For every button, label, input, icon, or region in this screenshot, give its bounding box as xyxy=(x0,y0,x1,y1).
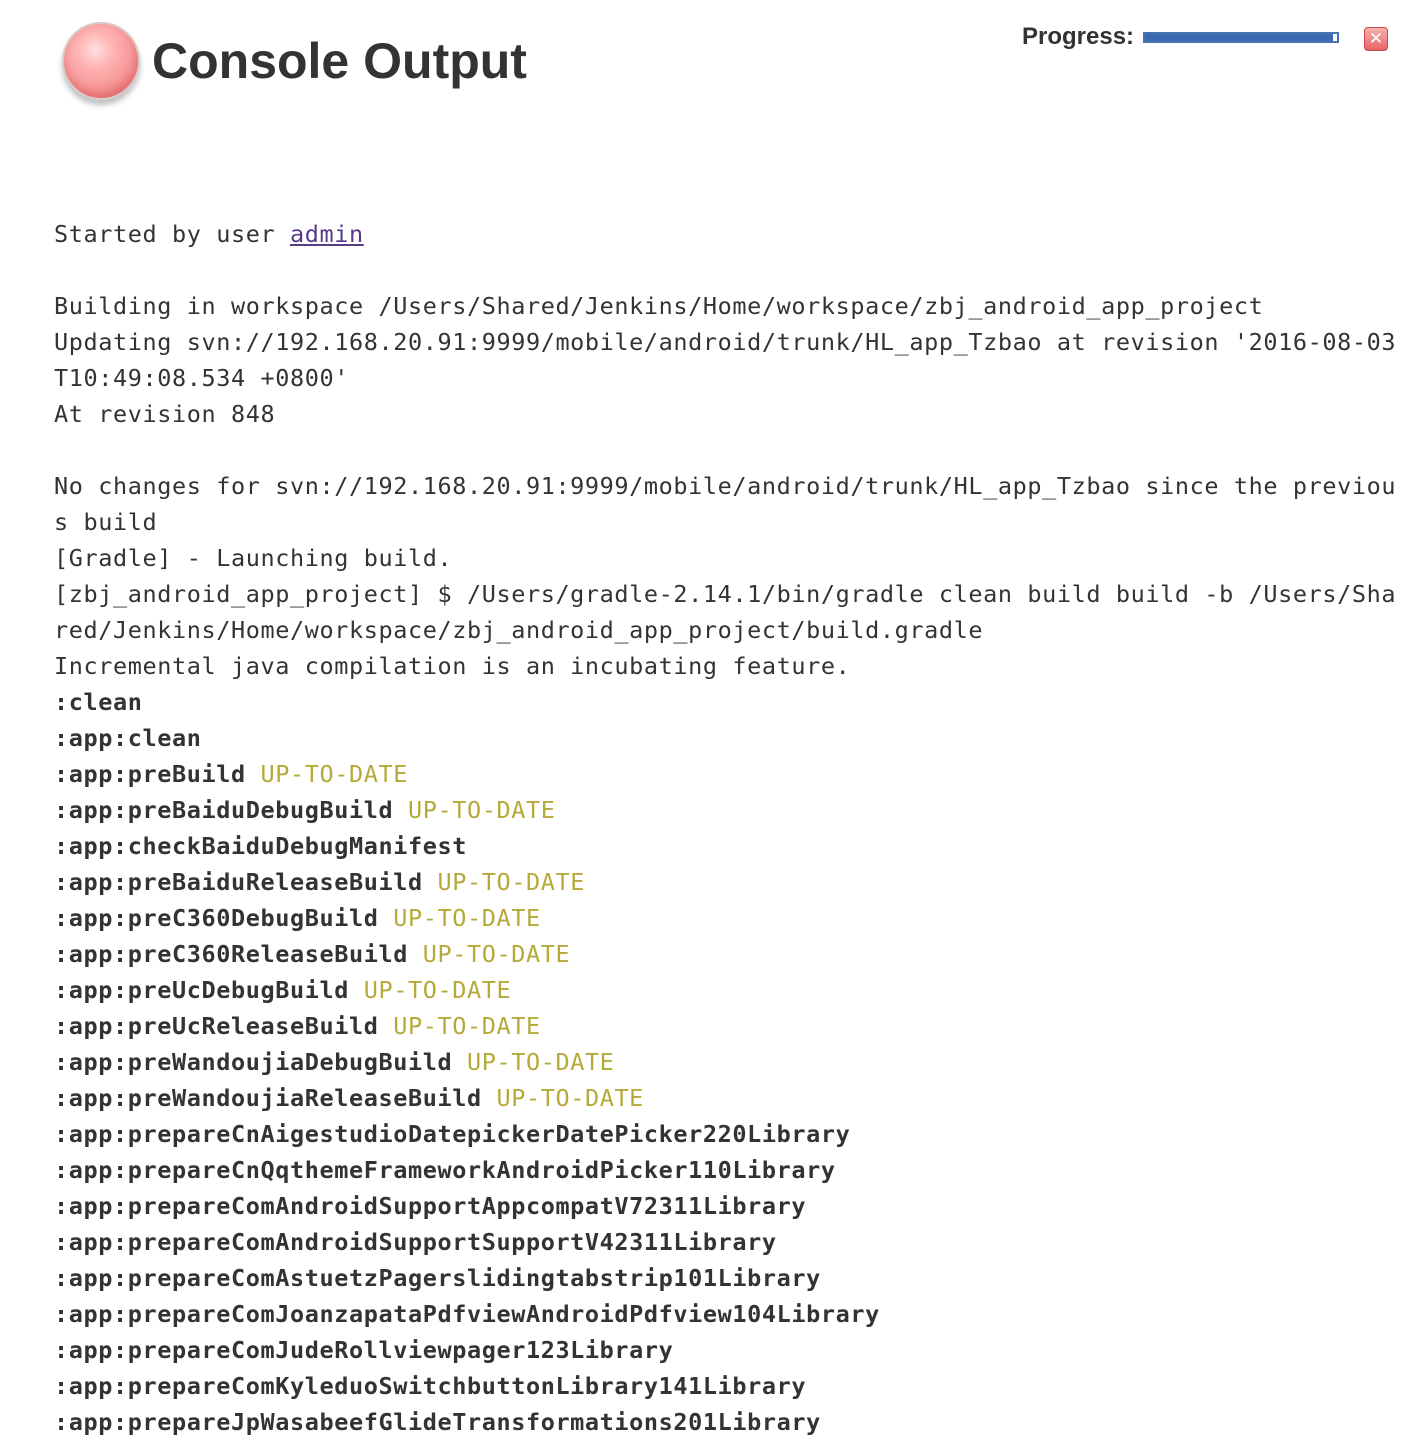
task-name: :app:preWandoujiaReleaseBuild xyxy=(54,1084,482,1112)
task-line: :app:preUcDebugBuild UP-TO-DATE xyxy=(54,972,1404,1008)
task-name: :app:preBaiduDebugBuild xyxy=(54,796,394,824)
task-status: UP-TO-DATE xyxy=(260,760,408,788)
user-link[interactable]: admin xyxy=(290,220,364,248)
page-header: Console Output xyxy=(62,18,527,104)
started-by-text: Started by user xyxy=(54,220,290,248)
console-line: [zbj_android_app_project] $ /Users/gradl… xyxy=(54,580,1397,644)
task-line: :app:prepareComKyleduoSwitchbuttonLibrar… xyxy=(54,1368,1404,1404)
task-status: UP-TO-DATE xyxy=(496,1084,644,1112)
page-title: Console Output xyxy=(152,33,527,89)
task-name: :app:prepareComJudeRollviewpager123Libra… xyxy=(54,1336,674,1364)
task-separator xyxy=(378,904,393,932)
task-name: :clean xyxy=(54,688,143,716)
task-line: :app:checkBaiduDebugManifest xyxy=(54,828,1404,864)
task-line: :app:prepareComJoanzapataPdfviewAndroidP… xyxy=(54,1296,1404,1332)
task-line: :app:clean xyxy=(54,720,1404,756)
task-name: :app:preUcReleaseBuild xyxy=(54,1012,379,1040)
progress-bar xyxy=(1143,31,1340,43)
task-line: :app:prepareComAstuetzPagerslidingtabstr… xyxy=(54,1260,1404,1296)
console-line: Building in workspace /Users/Shared/Jenk… xyxy=(54,292,1264,320)
console-line: Updating svn://192.168.20.91:9999/mobile… xyxy=(54,328,1397,392)
console-line: At revision 848 xyxy=(54,400,276,428)
task-line: :app:prepareCnQqthemeFrameworkAndroidPic… xyxy=(54,1152,1404,1188)
task-line: :app:prepareComAndroidSupportSupportV423… xyxy=(54,1224,1404,1260)
task-name: :app:prepareComAndroidSupportAppcompatV7… xyxy=(54,1192,807,1220)
task-name: :app:prepareCnQqthemeFrameworkAndroidPic… xyxy=(54,1156,836,1184)
task-line: :app:preC360DebugBuild UP-TO-DATE xyxy=(54,900,1404,936)
task-separator xyxy=(482,1084,497,1112)
task-separator xyxy=(452,1048,467,1076)
task-separator xyxy=(393,796,408,824)
task-status: UP-TO-DATE xyxy=(422,940,571,968)
task-name: :app:preBaiduReleaseBuild xyxy=(54,868,423,896)
task-name: :app:preWandoujiaDebugBuild xyxy=(54,1048,453,1076)
task-separator xyxy=(423,868,438,896)
task-name: :app:preUcDebugBuild xyxy=(54,976,349,1004)
task-name: :app:checkBaiduDebugManifest xyxy=(54,832,467,860)
task-name: :app:prepareComAndroidSupportSupportV423… xyxy=(54,1228,777,1256)
task-status: UP-TO-DATE xyxy=(437,868,585,896)
task-name: :app:clean xyxy=(54,724,202,752)
progress-bar-fill xyxy=(1145,33,1334,41)
task-separator xyxy=(378,1012,393,1040)
task-line: :app:preBaiduDebugBuild UP-TO-DATE xyxy=(54,792,1404,828)
task-name: :app:prepareComAstuetzPagerslidingtabstr… xyxy=(54,1264,821,1292)
console-line: No changes for svn://192.168.20.91:9999/… xyxy=(54,472,1397,536)
close-icon: ✕ xyxy=(1368,28,1384,49)
task-line: :app:preUcReleaseBuild UP-TO-DATE xyxy=(54,1008,1404,1044)
task-status: UP-TO-DATE xyxy=(393,1012,541,1040)
red-ball-icon xyxy=(62,22,140,100)
console-line-started-by: Started by user admin xyxy=(54,216,1404,252)
task-name: :app:preC360DebugBuild xyxy=(54,904,379,932)
console-output: Started by user admin Building in worksp… xyxy=(54,144,1404,1440)
task-line: :app:preC360ReleaseBuild UP-TO-DATE xyxy=(54,936,1404,972)
task-separator xyxy=(246,760,261,788)
task-line: :app:prepareCnAigestudioDatepickerDatePi… xyxy=(54,1116,1404,1152)
task-name: :app:prepareCnAigestudioDatepickerDatePi… xyxy=(54,1120,851,1148)
task-separator xyxy=(408,940,423,968)
task-name: :app:prepareComJoanzapataPdfviewAndroidP… xyxy=(54,1300,880,1328)
task-line: :app:preBuild UP-TO-DATE xyxy=(54,756,1404,792)
task-status: UP-TO-DATE xyxy=(407,796,556,824)
build-progress: Progress: xyxy=(1022,22,1340,52)
task-name: :app:preBuild xyxy=(54,760,246,788)
task-line: :app:preWandoujiaReleaseBuild UP-TO-DATE xyxy=(54,1080,1404,1116)
task-status: UP-TO-DATE xyxy=(393,904,541,932)
console-line: Incremental java compilation is an incub… xyxy=(54,652,851,680)
task-line: :app:preWandoujiaDebugBuild UP-TO-DATE xyxy=(54,1044,1404,1080)
task-line: :app:preBaiduReleaseBuild UP-TO-DATE xyxy=(54,864,1404,900)
task-line: :clean xyxy=(54,684,1404,720)
task-line: :app:prepareJpWasabeefGlideTransformatio… xyxy=(54,1404,1404,1440)
task-line: :app:prepareComJudeRollviewpager123Libra… xyxy=(54,1332,1404,1368)
progress-label: Progress: xyxy=(1022,23,1135,50)
task-separator xyxy=(349,976,364,1004)
task-status: UP-TO-DATE xyxy=(466,1048,615,1076)
task-name: :app:prepareComKyleduoSwitchbuttonLibrar… xyxy=(54,1372,807,1400)
stop-build-button[interactable]: ✕ xyxy=(1364,27,1388,51)
task-name: :app:prepareJpWasabeefGlideTransformatio… xyxy=(54,1408,821,1436)
task-name: :app:preC360ReleaseBuild xyxy=(54,940,408,968)
task-status: UP-TO-DATE xyxy=(363,976,512,1004)
task-line: :app:prepareComAndroidSupportAppcompatV7… xyxy=(54,1188,1404,1224)
console-line: [Gradle] - Launching build. xyxy=(54,544,453,572)
